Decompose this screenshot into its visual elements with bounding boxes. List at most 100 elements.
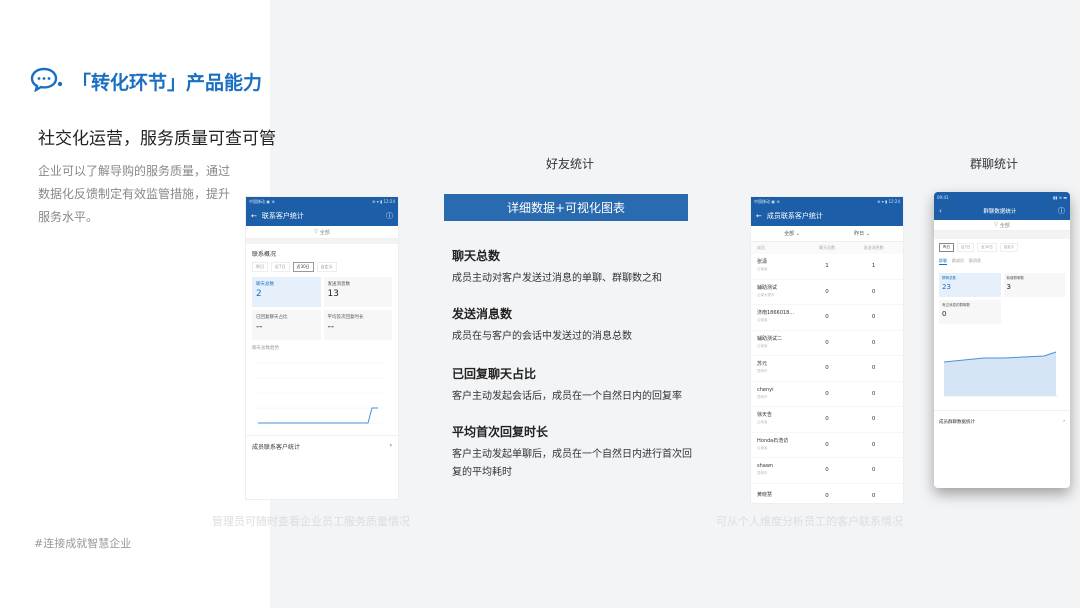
column-header[interactable]: 发送消息数 xyxy=(850,245,897,251)
member-group-stats-row[interactable]: 成员群聊数据统计 › xyxy=(934,410,1070,433)
tab-30days[interactable]: 近30日 xyxy=(977,243,997,252)
row-label: 成员群聊数据统计 xyxy=(939,420,975,425)
metric-desc: 成员主动对客户发送过消息的单聊、群聊数之和 xyxy=(452,273,662,284)
info-icon[interactable]: ⓘ xyxy=(1058,206,1065,216)
card-label: 已回复聊天占比 xyxy=(256,315,288,320)
tab-30days[interactable]: 近30日 xyxy=(292,262,314,272)
date-tabs: 昨日 近7日 近30日 自定义 xyxy=(246,260,398,274)
chart-title: 聊天总数趋势 xyxy=(252,346,279,351)
message-count: 0 xyxy=(871,441,876,448)
list-item[interactable]: 济南1866018... 云南省 0 0 xyxy=(751,305,903,331)
message-count: 0 xyxy=(871,390,876,397)
group-trend-chart xyxy=(943,351,1058,397)
member-name: 黄晓慧 xyxy=(757,492,804,499)
list-item[interactable]: chenyi 昆明市 0 0 xyxy=(751,382,903,407)
metric-title: 已回复聊天占比 xyxy=(452,367,537,381)
filter-scope-label: 全部 xyxy=(784,231,795,237)
filter-scope-dropdown[interactable]: 全部 ⌄ xyxy=(757,230,827,237)
metric-desc: 客户主动发起会话后，成员在一个自然日内的回复率 xyxy=(452,391,682,402)
list-filters: 全部 ⌄ 昨日 ⌄ xyxy=(751,226,903,242)
list-item[interactable]: 辅助测试二 云南省 0 0 xyxy=(751,331,903,356)
member-sub: 云南省 xyxy=(757,343,768,348)
stat-card[interactable]: 聊天总数 2 xyxy=(252,277,321,307)
metric-title: 发送消息数 xyxy=(452,307,513,321)
tab-custom[interactable]: 自定义 xyxy=(316,262,337,272)
member-name-text: 黄晓慧 xyxy=(757,492,773,499)
list-item[interactable]: 苏元 昆明市 0 0 xyxy=(751,356,903,382)
member-sub: 昆明市 xyxy=(757,471,768,476)
list-item[interactable]: 徐天告 云南省 0 0 xyxy=(751,407,903,433)
detail-banner: 详细数据+可视化图表 xyxy=(444,194,688,221)
filter-label: 全部 xyxy=(319,229,330,236)
list-item[interactable]: 黄晓慧 0 0 xyxy=(751,484,903,509)
list-item[interactable]: 张潇 云南省 1 1 xyxy=(751,254,903,280)
back-arrow-icon[interactable]: ← xyxy=(251,212,257,220)
tab-yesterday[interactable]: 昨日 xyxy=(939,243,954,252)
message-count: 0 xyxy=(871,314,876,321)
member-name: 徐天告 云南省 xyxy=(757,412,804,426)
member-list: 张潇 云南省 1 1 辅助测试 云南大理市 0 0 济南1866018... 云南省 0 0 辅助测试二… xyxy=(751,254,903,509)
metric-item: 发送消息数 成员在与客户的会话中发送过的消息总数 xyxy=(452,305,692,346)
section-title: 联系概况 xyxy=(252,251,277,258)
member-sub: 云南省 xyxy=(757,420,768,425)
member-name: 辅助测试 云南大理市 xyxy=(757,285,804,299)
tab-messages[interactable]: 群消息 xyxy=(969,258,981,265)
tab-custom[interactable]: 自定义 xyxy=(999,243,1019,252)
filter-dropdown[interactable]: ▽ 全部 xyxy=(934,220,1070,231)
group-stats-label: 群聊统计 xyxy=(970,157,1019,171)
filter-date-dropdown[interactable]: 昨日 ⌄ xyxy=(827,230,897,237)
stat-card[interactable]: 平均首次回复时长 -- xyxy=(323,310,392,340)
stat-card[interactable]: 已回复聊天占比 -- xyxy=(252,310,321,340)
back-arrow-icon[interactable]: ‹ xyxy=(939,207,942,215)
message-count: 0 xyxy=(871,416,876,423)
trend-line-chart xyxy=(256,362,386,424)
member-sub: 云南省 xyxy=(757,445,768,450)
list-item[interactable]: shawn 昆明市 0 0 xyxy=(751,458,903,484)
column-header[interactable]: 聊天总数 xyxy=(804,245,851,251)
chat-count: 0 xyxy=(825,441,829,448)
nav-bar: ← 联系客户统计 ⓘ xyxy=(246,206,398,226)
member-name: chenyi 昆明市 xyxy=(757,387,804,401)
stat-card[interactable]: 有过消息的群聊数 0 xyxy=(939,300,1001,324)
slide: 「转化环节」产品能力 社交化运营，服务质量可查可管 企业可以了解导购的服务质量，… xyxy=(0,0,1080,608)
stat-card[interactable]: 新增群聊数 3 xyxy=(1003,273,1065,297)
status-bar: 中国移动 ▣ ⊕ ⊕ ▾ ▮ 12:24 xyxy=(246,197,398,206)
tab-yesterday[interactable]: 昨日 xyxy=(252,262,268,272)
page-description: 企业可以了解导购的服务质量，通过数据化反馈制定有效监管措施，提升服务水平。 xyxy=(38,164,231,224)
card-value: 3 xyxy=(1006,283,1011,291)
tab-7days[interactable]: 近7日 xyxy=(957,243,975,252)
friend-stats-phone: 中国移动 ▣ ⊕ ⊕ ▾ ▮ 12:24 ← 联系客户统计 ⓘ ▽ 全部 联系概… xyxy=(245,196,399,500)
filter-label: 全部 xyxy=(999,222,1010,229)
member-name-text: chenyi xyxy=(757,386,774,393)
tab-members[interactable]: 群成员 xyxy=(952,258,964,265)
member-stats-row[interactable]: 成员联系客户统计 › xyxy=(246,435,398,457)
card-label: 聊天总数 xyxy=(256,282,274,287)
metric-item: 聊天总数 成员主动对客户发送过消息的单聊、群聊数之和 xyxy=(452,247,692,288)
stat-cards: 聊天总数 2 发送消息数 13 已回复聊天占比 -- 平均首次回复时长 -- xyxy=(246,274,398,343)
column-header: 成员 xyxy=(757,245,765,250)
tab-7days[interactable]: 近7日 xyxy=(271,262,290,272)
member-sub: 昆明市 xyxy=(757,369,768,374)
list-item[interactable]: Honda石浩访 云南省 0 0 xyxy=(751,433,903,458)
card-value: -- xyxy=(327,322,335,332)
nav-bar: ‹ 群聊数据统计 ⓘ xyxy=(934,202,1070,220)
info-icon[interactable]: ⓘ xyxy=(386,211,393,221)
chat-count: 0 xyxy=(825,339,829,346)
member-name-text: 辅助测试 xyxy=(757,284,778,291)
metric-desc: 成员在与客户的会话中发送过的消息总数 xyxy=(452,331,632,342)
message-count: 0 xyxy=(871,288,876,295)
page-subtitle: 社交化运营，服务质量可查可管 xyxy=(38,129,276,149)
filter-dropdown[interactable]: ▽ 全部 xyxy=(246,226,398,239)
member-name: 辅助测试二 云南省 xyxy=(757,336,804,350)
friend-stats-label: 好友统计 xyxy=(546,157,595,171)
stat-card[interactable]: 群聊总数 23 xyxy=(939,273,1001,297)
page-title: 「转化环节」产品能力 xyxy=(72,72,263,94)
chevron-right-icon: › xyxy=(1063,419,1065,424)
back-arrow-icon[interactable]: ← xyxy=(756,212,762,220)
tab-group[interactable]: 群聊 xyxy=(939,258,947,265)
list-item[interactable]: 辅助测试 云南大理市 0 0 xyxy=(751,280,903,305)
caption-left: 管理员可随时查看企业员工服务质量情况 xyxy=(212,515,410,528)
chevron-down-icon: ⌄ xyxy=(865,231,870,237)
chevron-right-icon: › xyxy=(389,442,392,449)
stat-card[interactable]: 发送消息数 13 xyxy=(323,277,392,307)
